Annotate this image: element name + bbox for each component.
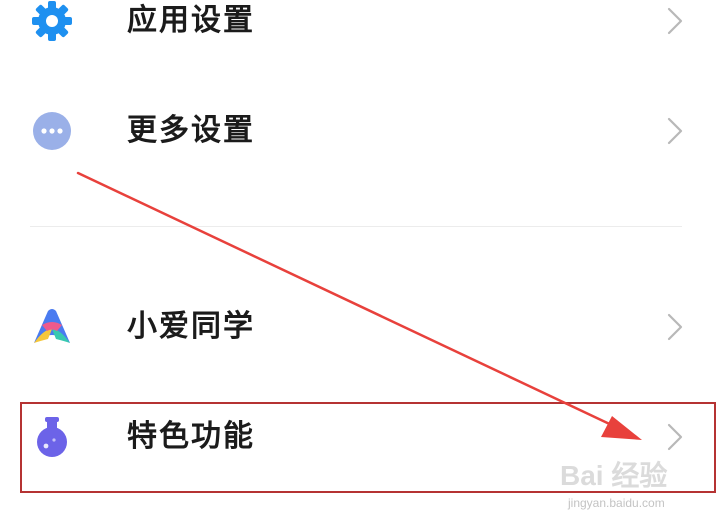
chevron-right-icon <box>667 117 683 145</box>
settings-item-xiaoai[interactable]: 小爱同学 <box>0 283 726 373</box>
settings-item-label: 更多设置 <box>127 113 255 148</box>
settings-item-label: 小爱同学 <box>127 309 255 344</box>
chevron-right-icon <box>667 423 683 451</box>
xiaoai-icon <box>34 309 70 343</box>
section-divider <box>30 226 682 227</box>
gear-icon <box>32 1 72 41</box>
settings-item-label: 特色功能 <box>127 419 255 454</box>
settings-screen: 应用设置 更多设置 小爱同学 特色功能 Bai 经验 jingyan.baidu… <box>0 0 726 528</box>
settings-item-featured-functions[interactable]: 特色功能 <box>0 393 726 483</box>
settings-item-more-settings[interactable]: 更多设置 <box>0 87 726 177</box>
settings-item-app-settings[interactable]: 应用设置 <box>0 0 726 67</box>
chevron-right-icon <box>667 7 683 35</box>
chevron-right-icon <box>667 313 683 341</box>
more-dots-icon <box>33 112 71 150</box>
flask-icon <box>37 417 67 457</box>
settings-item-label: 应用设置 <box>127 3 255 38</box>
watermark-url: jingyan.baidu.com <box>568 496 665 510</box>
